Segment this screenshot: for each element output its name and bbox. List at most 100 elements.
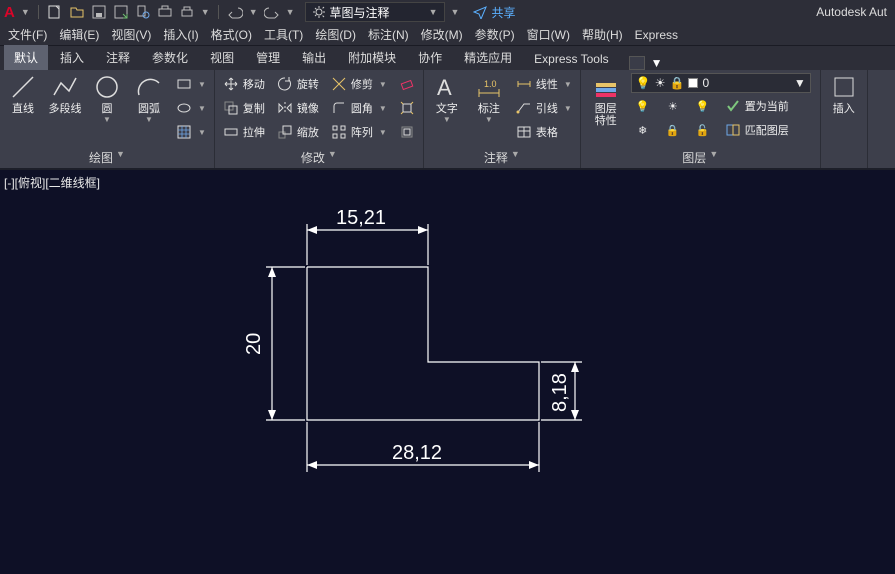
menu-tools[interactable]: 工具(T) bbox=[264, 26, 303, 43]
menu-help[interactable]: 帮助(H) bbox=[582, 26, 623, 43]
offset-button[interactable] bbox=[395, 121, 419, 143]
array-button[interactable]: 阵列▼ bbox=[327, 121, 391, 143]
layer-properties-button[interactable]: 图层 特性 bbox=[585, 73, 627, 147]
fillet-button[interactable]: 圆角▼ bbox=[327, 97, 391, 119]
rotate-button[interactable]: 旋转 bbox=[273, 73, 323, 95]
erase-button[interactable] bbox=[395, 73, 419, 95]
workspace-label: 草图与注释 bbox=[330, 4, 390, 21]
shape-outline bbox=[307, 267, 539, 420]
menu-insert[interactable]: 插入(I) bbox=[163, 26, 198, 43]
menu-edit[interactable]: 编辑(E) bbox=[59, 26, 99, 43]
circle-button[interactable]: 圆 ▼ bbox=[88, 73, 126, 147]
open-icon[interactable] bbox=[69, 4, 85, 20]
new-icon[interactable] bbox=[47, 4, 63, 20]
menu-draw[interactable]: 绘图(D) bbox=[315, 26, 356, 43]
tab-insert[interactable]: 插入 bbox=[50, 45, 94, 70]
print-icon[interactable] bbox=[179, 4, 195, 20]
linear-button[interactable]: 线性▼ bbox=[512, 73, 576, 95]
save-icon[interactable] bbox=[91, 4, 107, 20]
dim-top: 15,21 bbox=[307, 207, 428, 265]
ribbon-tabs: 默认 插入 注释 参数化 视图 管理 输出 附加模块 协作 精选应用 Expre… bbox=[0, 46, 895, 70]
tab-express[interactable]: Express Tools bbox=[524, 48, 618, 70]
saveas-icon[interactable] bbox=[113, 4, 129, 20]
ribbon-minimize[interactable]: ▼ bbox=[651, 56, 663, 70]
share-label: 共享 bbox=[491, 4, 515, 21]
menu-param[interactable]: 参数(P) bbox=[475, 26, 515, 43]
dim-bottom-value: 28,12 bbox=[392, 442, 442, 464]
text-button[interactable]: A 文字 ▼ bbox=[428, 73, 466, 147]
bulb-icon: 💡 bbox=[636, 76, 651, 90]
undo-icon[interactable] bbox=[227, 4, 243, 20]
drawing-svg: 15,21 20 8,18 28,12 bbox=[0, 170, 895, 574]
menu-express[interactable]: Express bbox=[635, 28, 678, 42]
redo-dropdown[interactable]: ▼ bbox=[286, 7, 295, 17]
leader-button[interactable]: 引线▼ bbox=[512, 97, 576, 119]
panel-label-layers: 图层 bbox=[682, 149, 706, 166]
layer-current-name: 0 bbox=[702, 76, 709, 90]
tab-addins[interactable]: 附加模块 bbox=[338, 45, 406, 70]
layer-off-button[interactable]: 💡 bbox=[631, 95, 655, 117]
redo-icon[interactable] bbox=[264, 4, 280, 20]
dim-bottom: 28,12 bbox=[307, 422, 539, 472]
trim-button[interactable]: 修剪▼ bbox=[327, 73, 391, 95]
insert-button[interactable]: 插入 bbox=[825, 73, 863, 164]
quick-access-toolbar: A ▼ ▼ ▼ ▼ 草图与注释 ▼ ▼ 共享 Autodesk Aut bbox=[0, 0, 895, 24]
match-layer-button[interactable]: 匹配图层 bbox=[721, 119, 793, 141]
hatch-button[interactable]: ▼ bbox=[172, 121, 210, 143]
layer-color-swatch bbox=[688, 78, 698, 88]
layer-freeze-button[interactable]: ❄ bbox=[631, 119, 655, 141]
tab-manage[interactable]: 管理 bbox=[246, 45, 290, 70]
menu-modify[interactable]: 修改(M) bbox=[421, 26, 463, 43]
panel-label-draw: 绘图 bbox=[89, 149, 113, 166]
panel-modify: 移动 复制 拉伸 旋转 镜像 缩放 修剪▼ 圆角▼ 阵列▼ 修改▼ bbox=[215, 70, 424, 168]
menu-view[interactable]: 视图(V) bbox=[111, 26, 151, 43]
drawing-canvas[interactable]: [-][俯视][二维线框] 15,21 20 bbox=[0, 170, 895, 574]
web-icon[interactable] bbox=[135, 4, 151, 20]
tab-featured[interactable]: 精选应用 bbox=[454, 45, 522, 70]
rectangle-button[interactable]: ▼ bbox=[172, 73, 210, 95]
menu-window[interactable]: 窗口(W) bbox=[527, 26, 570, 43]
tab-view[interactable]: 视图 bbox=[200, 45, 244, 70]
scale-button[interactable]: 缩放 bbox=[273, 121, 323, 143]
copy-button[interactable]: 复制 bbox=[219, 97, 269, 119]
make-current-button[interactable]: 置为当前 bbox=[721, 95, 793, 117]
dimension-button[interactable]: 1.0 标注 ▼ bbox=[470, 73, 508, 147]
ribbon-extra-1[interactable] bbox=[629, 56, 645, 70]
menu-format[interactable]: 格式(O) bbox=[211, 26, 252, 43]
layer-on-button[interactable]: 💡 bbox=[691, 95, 715, 117]
plot-icon[interactable] bbox=[157, 4, 173, 20]
qat-customize-dropdown[interactable]: ▼ bbox=[451, 7, 460, 17]
move-button[interactable]: 移动 bbox=[219, 73, 269, 95]
tab-collab[interactable]: 协作 bbox=[408, 45, 452, 70]
layer-iso-button[interactable]: ☀ bbox=[661, 95, 685, 117]
mirror-button[interactable]: 镜像 bbox=[273, 97, 323, 119]
layer-lock-button[interactable]: 🔒 bbox=[661, 119, 685, 141]
layer-combo[interactable]: 💡 ☀ 🔒 0 ▼ bbox=[631, 73, 811, 93]
arc-button[interactable]: 圆弧 ▼ bbox=[130, 73, 168, 147]
chevron-down-icon: ▼ bbox=[794, 76, 806, 90]
tab-default[interactable]: 默认 bbox=[4, 45, 48, 70]
share-button[interactable]: 共享 bbox=[473, 4, 515, 21]
gear-icon bbox=[312, 5, 326, 19]
tab-output[interactable]: 输出 bbox=[292, 45, 336, 70]
table-button[interactable]: 表格 bbox=[512, 121, 576, 143]
tab-annotate[interactable]: 注释 bbox=[96, 45, 140, 70]
print-dropdown[interactable]: ▼ bbox=[201, 7, 210, 17]
dim-right: 8,18 bbox=[541, 362, 582, 420]
undo-dropdown[interactable]: ▼ bbox=[249, 7, 258, 17]
menu-bar: 文件(F) 编辑(E) 视图(V) 插入(I) 格式(O) 工具(T) 绘图(D… bbox=[0, 24, 895, 46]
panel-label-annotation: 注释 bbox=[484, 149, 508, 166]
tab-parametric[interactable]: 参数化 bbox=[142, 45, 198, 70]
explode-button[interactable] bbox=[395, 97, 419, 119]
app-menu-dropdown[interactable]: ▼ bbox=[21, 7, 30, 17]
ellipse-button[interactable]: ▼ bbox=[172, 97, 210, 119]
polyline-button[interactable]: 多段线 bbox=[46, 73, 84, 147]
menu-dimension[interactable]: 标注(N) bbox=[368, 26, 409, 43]
workspace-selector[interactable]: 草图与注释 ▼ bbox=[305, 2, 445, 22]
panel-insert: 插入 bbox=[821, 70, 868, 168]
stretch-button[interactable]: 拉伸 bbox=[219, 121, 269, 143]
layer-unlock-button[interactable]: 🔓 bbox=[691, 119, 715, 141]
svg-text:A: A bbox=[437, 75, 452, 100]
line-button[interactable]: 直线 bbox=[4, 73, 42, 147]
menu-file[interactable]: 文件(F) bbox=[8, 26, 47, 43]
